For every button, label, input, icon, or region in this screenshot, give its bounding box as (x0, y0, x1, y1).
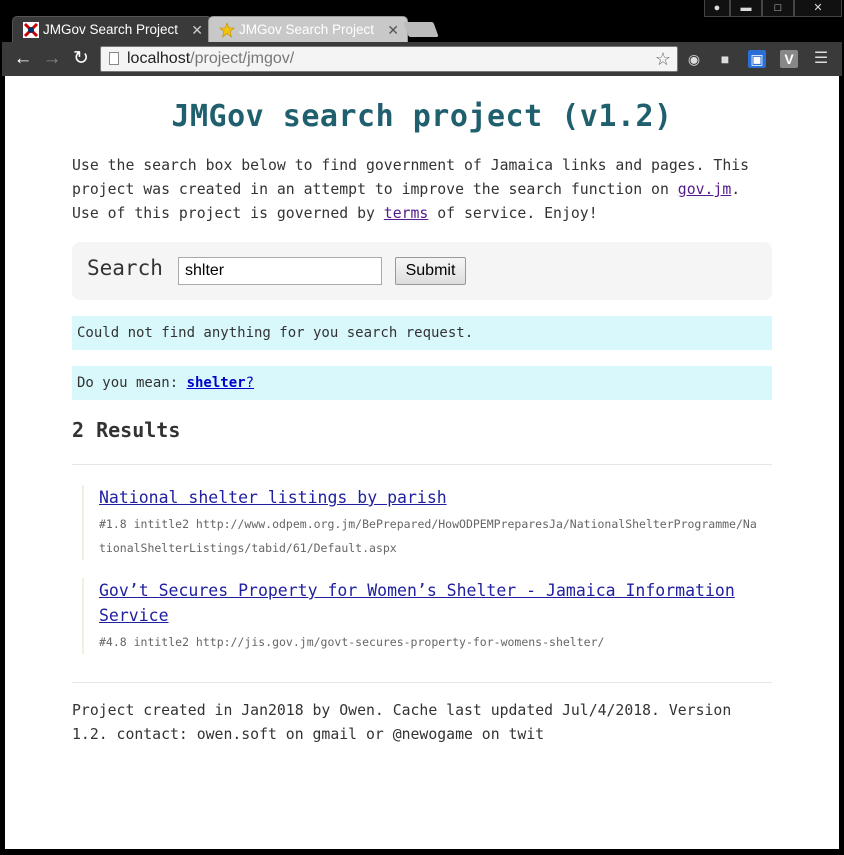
maximize-icon[interactable]: □ (762, 0, 794, 17)
back-arrow-icon[interactable]: ← (12, 48, 34, 70)
site-favicon-icon (23, 22, 39, 38)
intro-paragraph: Use the search box below to find governm… (72, 154, 772, 226)
address-bar[interactable]: localhost/project/jmgov/ ☆ (100, 46, 678, 72)
tab-close-icon[interactable]: ✕ (387, 17, 399, 43)
browser-window: ● ▬ □ ✕ JMGov Search Project ✕ JMGov Sea… (0, 0, 844, 855)
intro-text: of service. Enjoy! (428, 205, 598, 222)
tab-close-icon[interactable]: ✕ (191, 17, 203, 43)
search-form: Search Submit (72, 242, 772, 300)
result-title-link[interactable]: Gov’t Secures Property for Women’s Shelt… (99, 578, 762, 628)
search-input[interactable] (178, 257, 382, 285)
star-favicon-icon (219, 22, 235, 38)
submit-button[interactable]: Submit (395, 257, 466, 285)
address-url: localhost/project/jmgov/ (127, 50, 295, 67)
page-icon (109, 52, 119, 65)
tab-jmgov-active[interactable]: JMGov Search Project ✕ (12, 16, 212, 42)
browser-toolbar: ← → ↻ localhost/project/jmgov/ ☆ ◉ ■ ▣ V… (2, 42, 842, 76)
menu-icon[interactable]: ☰ (812, 50, 830, 68)
search-label: Search (87, 256, 163, 280)
page-footer: Project created in Jan2018 by Owen. Cach… (72, 702, 732, 743)
tab-jmgov-inactive[interactable]: JMGov Search Project ✕ (208, 16, 408, 42)
search-result: National shelter listings by parish #1.8… (82, 485, 762, 560)
gov-jm-link[interactable]: gov.jm (678, 181, 731, 198)
extension-v-icon[interactable]: V (780, 50, 798, 68)
suggestion-prefix: Do you mean: (77, 375, 187, 391)
no-results-notice: Could not find anything for you search r… (72, 316, 772, 350)
save-disk-icon[interactable]: ▣ (748, 50, 766, 68)
result-title-link[interactable]: National shelter listings by parish (99, 485, 762, 510)
divider (72, 464, 772, 465)
tab-title: JMGov Search Project (239, 22, 375, 37)
bookmark-star-icon[interactable]: ☆ (655, 47, 671, 71)
results-count: 2 Results (72, 418, 181, 442)
divider (72, 682, 772, 683)
reload-icon[interactable]: ↻ (70, 48, 92, 70)
new-tab-button[interactable] (403, 22, 439, 37)
suggestion-notice: Do you mean: shelter? (72, 366, 772, 400)
terms-link[interactable]: terms (384, 205, 429, 222)
camera-icon[interactable]: ◉ (685, 50, 703, 68)
tab-title: JMGov Search Project (43, 22, 179, 37)
page-title: JMGov search project (v1.2) (171, 99, 673, 134)
page-viewport: JMGov search project (v1.2) Use the sear… (5, 76, 839, 849)
incognito-icon[interactable]: ■ (716, 50, 734, 68)
search-result: Gov’t Secures Property for Women’s Shelt… (82, 578, 762, 654)
minimize-icon[interactable]: ▬ (730, 0, 762, 17)
suggestion-link[interactable]: shelter? (187, 375, 254, 391)
result-meta: #1.8 intitle2 http://www.odpem.org.jm/Be… (99, 517, 757, 555)
result-meta: #4.8 intitle2 http://jis.gov.jm/govt-sec… (99, 635, 605, 649)
person-icon[interactable]: ● (704, 0, 730, 17)
intro-text: Use the search box below to find governm… (72, 157, 750, 198)
forward-arrow-icon[interactable]: → (41, 48, 63, 70)
close-icon[interactable]: ✕ (794, 0, 842, 17)
window-controls: ● ▬ □ ✕ (704, 0, 842, 18)
